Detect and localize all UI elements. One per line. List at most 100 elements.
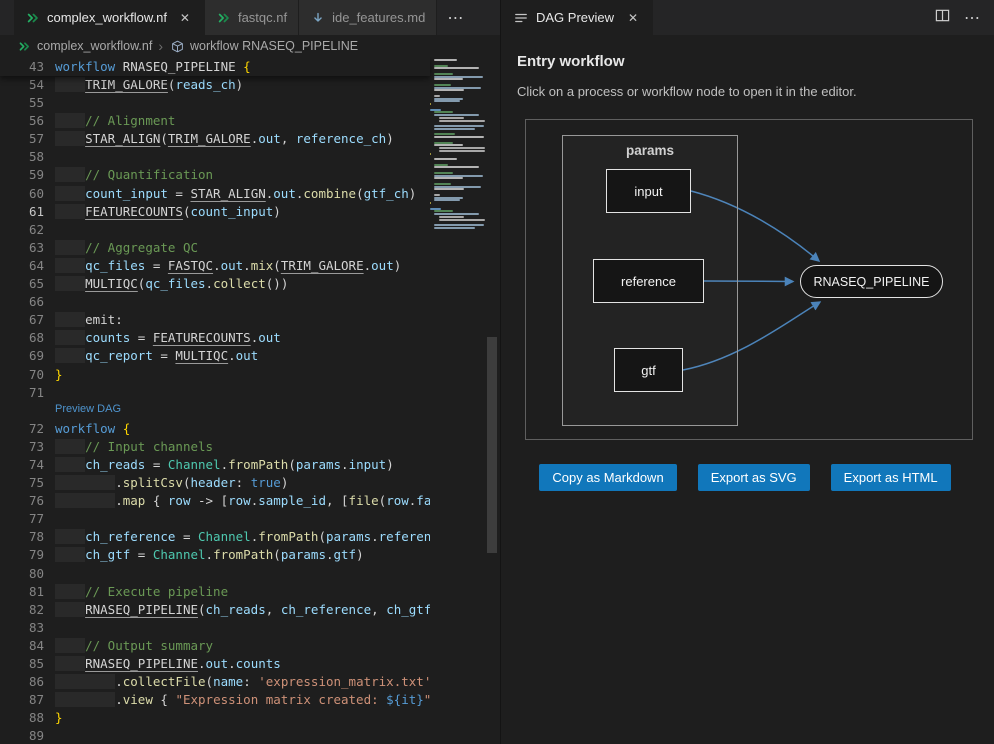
editor-scrollbar[interactable] [487,57,497,744]
code-line[interactable]: 65 MULTIQC(qc_files.collect()) [0,275,430,293]
line-number[interactable]: 75 [0,474,55,492]
code-line[interactable]: 72workflow { [0,420,430,438]
dag-node-rnaseq-pipeline[interactable]: RNASEQ_PIPELINE [800,265,943,298]
line-number[interactable]: 85 [0,655,55,673]
code-line[interactable]: 69 qc_report = MULTIQC.out [0,347,430,365]
code-line[interactable]: 62 [0,221,430,239]
code-line[interactable]: 85 RNASEQ_PIPELINE.out.counts [0,655,430,673]
breadcrumb-symbol[interactable]: workflow RNASEQ_PIPELINE [190,39,358,53]
line-number[interactable]: 56 [0,112,55,130]
code-lines[interactable]: 54 TRIM_GALORE(reads_ch)5556 // Alignmen… [0,76,430,744]
line-number[interactable]: 83 [0,619,55,637]
line-number[interactable]: 74 [0,456,55,474]
line-number[interactable]: 84 [0,637,55,655]
line-number[interactable]: 81 [0,583,55,601]
line-number[interactable]: 67 [0,311,55,329]
line-number[interactable]: 63 [0,239,55,257]
line-number[interactable]: 54 [0,76,55,94]
export-as-svg-button[interactable]: Export as SVG [698,464,810,491]
dag-node-reference[interactable]: reference [593,259,704,303]
code-token: . [341,457,349,472]
line-number[interactable]: 57 [0,130,55,148]
code-line[interactable]: 76 .map { row -> [row.sample_id, [file(r… [0,492,430,510]
code-line[interactable]: 60 count_input = STAR_ALIGN.out.combine(… [0,185,430,203]
code-line[interactable]: 58 [0,148,430,166]
line-number[interactable]: 82 [0,601,55,619]
copy-as-markdown-button[interactable]: Copy as Markdown [539,464,676,491]
line-number[interactable]: 79 [0,546,55,564]
line-number[interactable]: 68 [0,329,55,347]
code-editor[interactable]: 43 workflow RNASEQ_PIPELINE { 54 TRIM_GA… [0,57,500,744]
line-number[interactable]: 86 [0,673,55,691]
close-icon[interactable]: ✕ [625,11,641,25]
tab-fastqc[interactable]: fastqc.nf [205,0,299,35]
line-number[interactable]: 70 [0,366,55,384]
line-number[interactable]: 66 [0,293,55,311]
line-number[interactable]: 72 [0,420,55,438]
line-number[interactable]: 80 [0,565,55,583]
line-number[interactable]: 89 [0,727,55,744]
code-line[interactable]: 75 .splitCsv(header: true) [0,474,430,492]
line-number[interactable]: 88 [0,709,55,727]
code-line[interactable]: 77 [0,510,430,528]
line-number[interactable]: 62 [0,221,55,239]
dag-canvas[interactable]: params input reference gtf RNASEQ_PIPELI… [525,119,973,440]
sticky-scroll-line[interactable]: 43 workflow RNASEQ_PIPELINE { [0,57,430,76]
code-line[interactable]: 56 // Alignment [0,112,430,130]
code-lens-preview-dag[interactable]: Preview DAG [55,400,121,420]
export-as-html-button[interactable]: Export as HTML [831,464,951,491]
code-line[interactable]: 87 .view { "Expression matrix created: $… [0,691,430,709]
line-number[interactable]: 76 [0,492,55,510]
line-number[interactable]: 59 [0,166,55,184]
code-line[interactable]: 88} [0,709,430,727]
line-number[interactable]: 78 [0,528,55,546]
code-line[interactable]: 81 // Execute pipeline [0,583,430,601]
line-number[interactable]: 64 [0,257,55,275]
code-line[interactable]: 73 // Input channels [0,438,430,456]
close-icon[interactable]: ✕ [177,11,193,25]
code-line[interactable]: 68 counts = FEATURECOUNTS.out [0,329,430,347]
line-number[interactable]: 61 [0,203,55,221]
code-line[interactable]: 63 // Aggregate QC [0,239,430,257]
code-token [55,475,115,490]
code-line[interactable]: 54 TRIM_GALORE(reads_ch) [0,76,430,94]
code-line[interactable]: 79 ch_gtf = Channel.fromPath(params.gtf) [0,546,430,564]
code-line[interactable]: 86 .collectFile(name: 'expression_matrix… [0,673,430,691]
code-line[interactable]: 61 FEATURECOUNTS(count_input) [0,203,430,221]
line-number[interactable]: 65 [0,275,55,293]
line-number[interactable]: 58 [0,148,55,166]
code-line[interactable]: 82 RNASEQ_PIPELINE(ch_reads, ch_referenc… [0,601,430,619]
line-number[interactable]: 73 [0,438,55,456]
code-line[interactable]: 74 ch_reads = Channel.fromPath(params.in… [0,456,430,474]
tab-ide-features[interactable]: ide_features.md [299,0,437,35]
code-line[interactable]: 66 [0,293,430,311]
more-actions-icon[interactable]: ⋯ [964,8,980,28]
tab-dag-preview[interactable]: DAG Preview ✕ [501,0,653,35]
code-token: input [349,457,387,472]
code-line[interactable]: 59 // Quantification [0,166,430,184]
code-line[interactable]: 64 qc_files = FASTQC.out.mix(TRIM_GALORE… [0,257,430,275]
tab-complex-workflow[interactable]: complex_workflow.nf ✕ [14,0,205,35]
code-line[interactable]: 84 // Output summary [0,637,430,655]
code-line[interactable]: 78 ch_reference = Channel.fromPath(param… [0,528,430,546]
dag-node-gtf[interactable]: gtf [614,348,683,392]
breadcrumb-file[interactable]: complex_workflow.nf [37,39,152,53]
code-line[interactable]: 89 [0,727,430,744]
line-number[interactable]: 60 [0,185,55,203]
line-number[interactable]: 69 [0,347,55,365]
minimap[interactable] [430,57,487,744]
code-line[interactable]: 83 [0,619,430,637]
line-number[interactable]: 77 [0,510,55,528]
code-line[interactable]: 80 [0,565,430,583]
more-tabs-icon[interactable]: ⋯ [447,8,464,28]
code-line[interactable]: 67 emit: [0,311,430,329]
split-editor-icon[interactable] [935,8,950,28]
dag-node-input[interactable]: input [606,169,691,213]
line-number[interactable]: 87 [0,691,55,709]
code-line[interactable]: 70} [0,366,430,384]
line-number[interactable]: 71 [0,384,55,402]
code-line[interactable]: 57 STAR_ALIGN(TRIM_GALORE.out, reference… [0,130,430,148]
code-line[interactable]: 55 [0,94,430,112]
line-number[interactable]: 55 [0,94,55,112]
scrollbar-thumb[interactable] [487,337,497,553]
